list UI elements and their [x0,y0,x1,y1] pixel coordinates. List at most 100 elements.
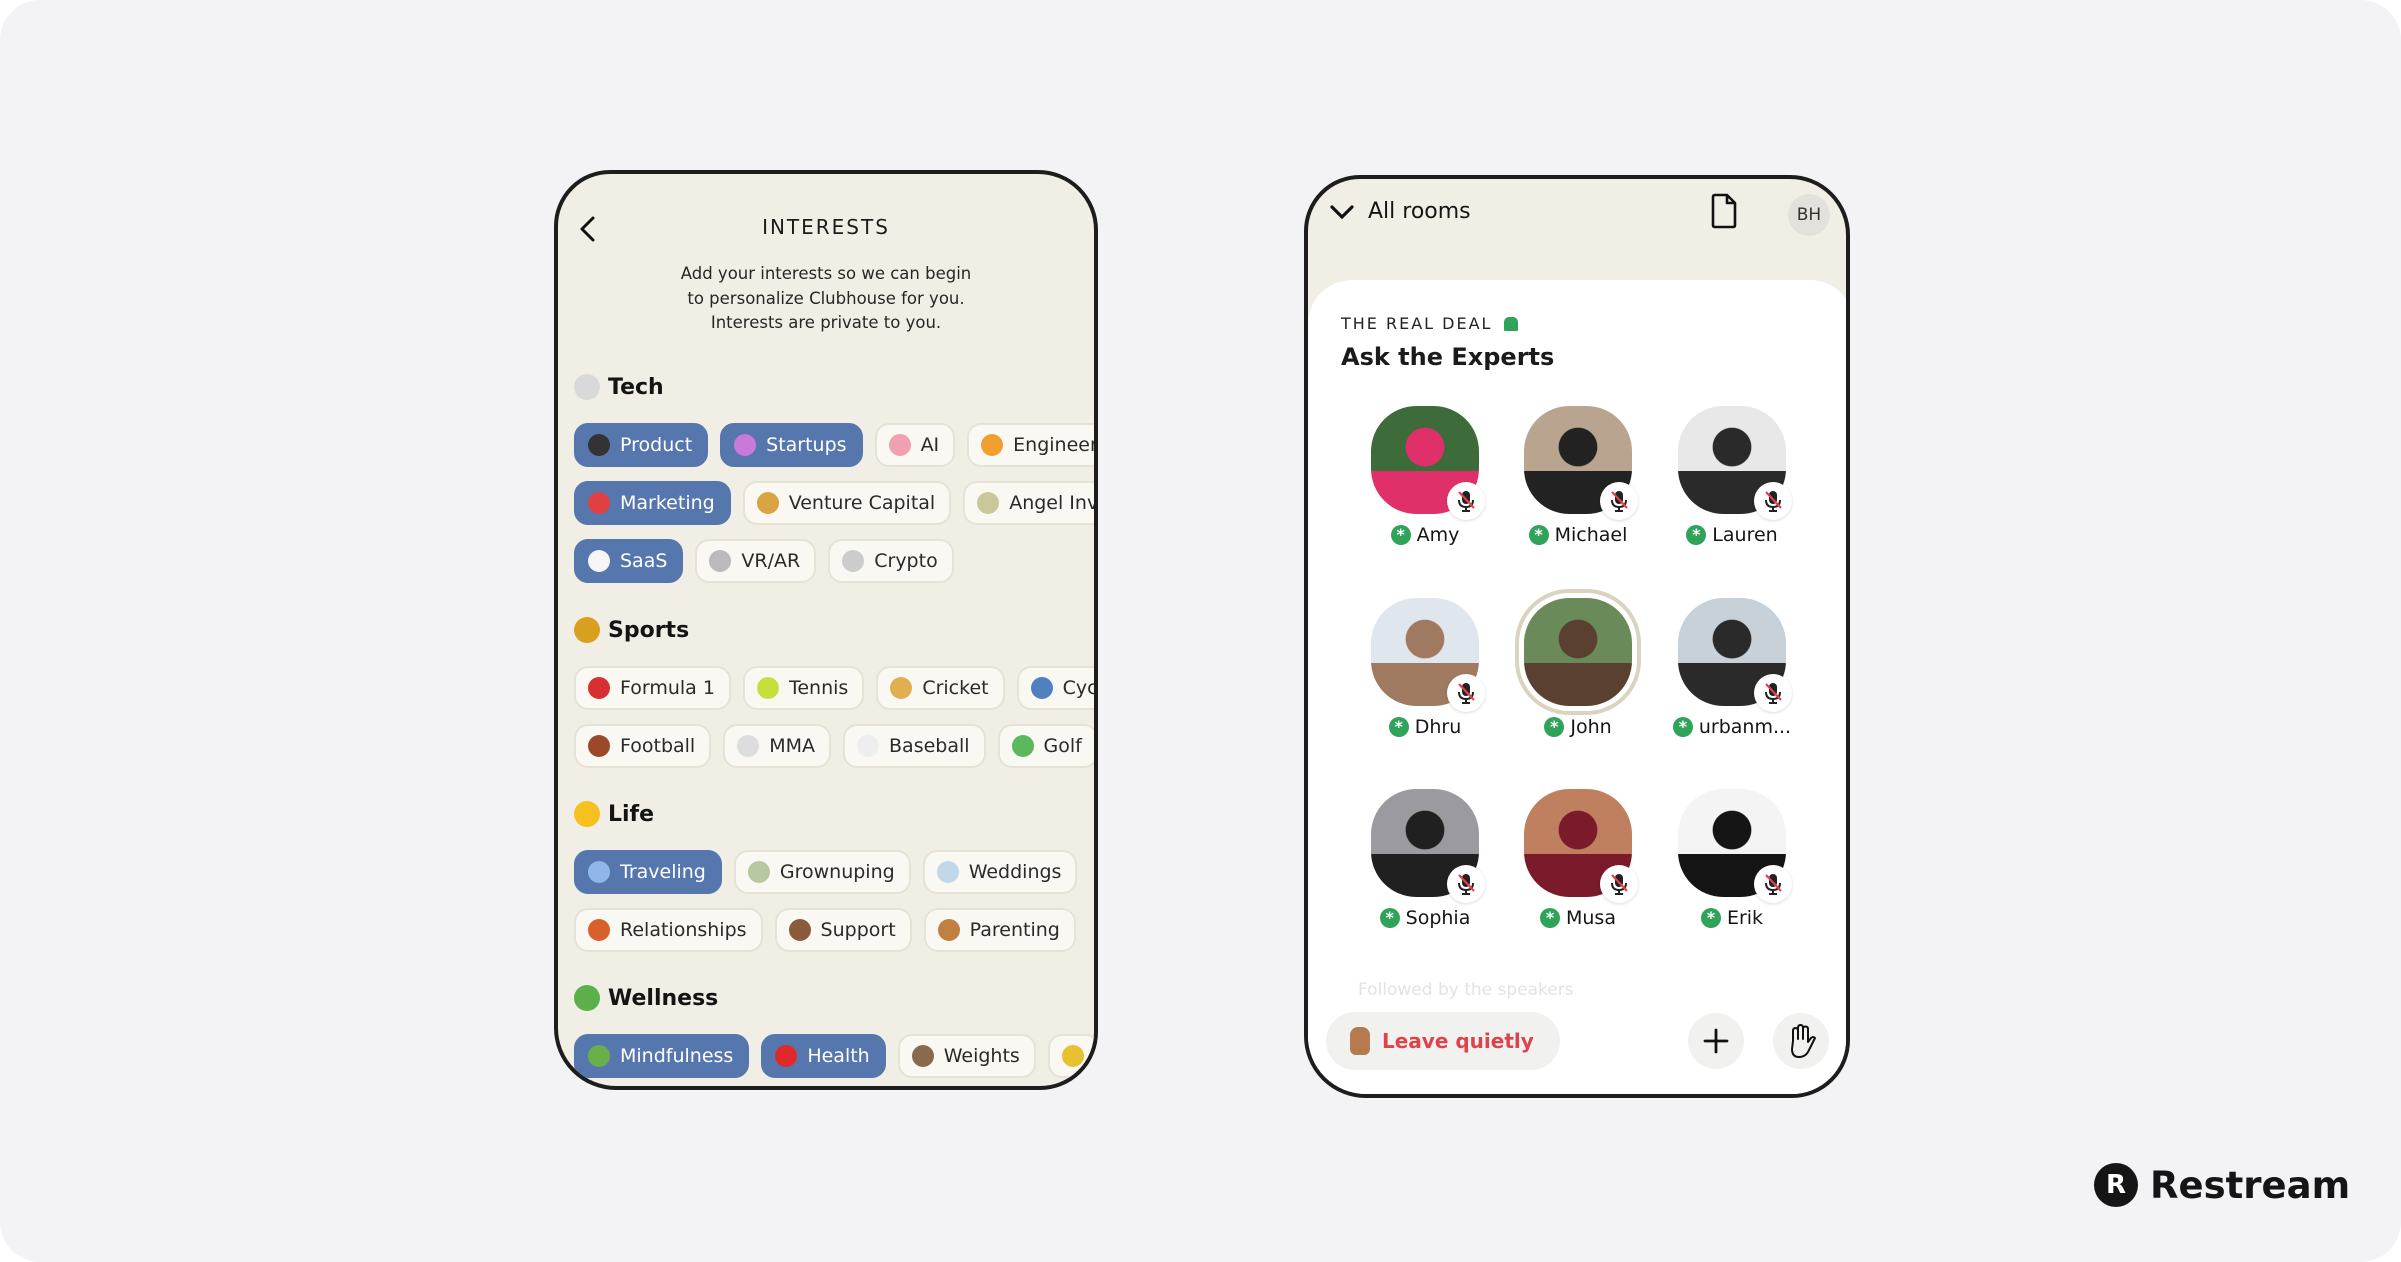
interest-chip[interactable]: VR/AR [695,539,817,583]
moderator-badge-icon: * [1700,908,1721,928]
interest-chip-label: Baseball [889,735,970,757]
interest-chip[interactable]: Grownuping [733,850,911,894]
interest-chip[interactable]: Engineer [967,423,1098,467]
speaker-name: * Sophia [1350,907,1500,929]
interest-chip[interactable]: Tennis [742,666,865,710]
interest-chip[interactable]: Cricket [876,666,1005,710]
interest-chip[interactable]: Venture Capital [742,481,952,525]
speaker[interactable]: * Musa [1503,789,1653,929]
coffee-icon [788,919,811,941]
interest-chip[interactable]: Traveling [574,850,722,894]
interest-chip[interactable] [1047,1034,1094,1078]
interest-chip[interactable]: Golf [997,724,1094,768]
football-icon [588,735,610,757]
interest-chip[interactable]: Support [774,908,912,952]
interest-chip[interactable]: Weights [897,1034,1036,1078]
add-button[interactable] [1688,1013,1744,1069]
interest-row: Football MMA Baseball Golf [574,724,1094,768]
muted-mic-icon [1447,674,1485,712]
moderator-badge-icon: * [1379,908,1400,928]
interest-chip[interactable]: Formula 1 [574,666,731,710]
speaker[interactable]: * Amy [1350,406,1500,546]
speaker-name: * Lauren [1657,524,1807,546]
unicorn-icon [734,434,757,456]
interest-chip[interactable]: MMA [723,724,832,768]
brain-icon [888,434,911,456]
page-title: INTERESTS [762,215,890,239]
section-heading-wellness: Wellness [574,985,718,1011]
leave-quietly-button[interactable]: Leave quietly [1326,1012,1560,1070]
interest-chip[interactable]: Weddings [922,850,1078,894]
bicycle-icon [1030,677,1053,699]
interest-chip[interactable]: AI [874,423,956,467]
trophy-icon [574,617,600,643]
interest-chip[interactable]: Relationships [574,908,763,952]
interest-chip[interactable]: Crypto [828,539,954,583]
interest-chip[interactable]: Football [574,724,712,768]
interest-chip-label: Support [820,919,896,941]
money-bag-icon [756,492,779,514]
interest-chip[interactable]: Health [761,1034,886,1078]
interest-chip-label: VR/AR [741,550,801,572]
section-heading-life: Life [574,801,654,827]
speaker[interactable]: * Lauren [1657,406,1807,546]
interest-chip-label: Crypto [874,550,938,572]
speaker[interactable]: * Sophia [1350,789,1500,929]
victory-hand-icon [1350,1027,1370,1055]
interest-chip-label: Relationships [620,919,747,941]
interests-screen: INTERESTS Add your interests so we can b… [554,170,1098,1090]
document-icon[interactable] [1710,193,1738,229]
restream-logo-text: Restream [2150,1163,2351,1207]
interest-chip[interactable]: Parenting [923,908,1076,952]
interest-chip-label: Engineer [1013,434,1098,456]
mobile-phone-icon [588,434,610,456]
speaker-avatar [1678,406,1792,520]
interest-chip[interactable]: SaaS [574,539,684,583]
interest-chip-label: Venture Capital [788,492,936,514]
all-rooms-button[interactable]: All rooms [1330,199,1471,224]
raise-hand-button[interactable] [1773,1013,1829,1069]
speaker[interactable]: * urbanm... [1657,598,1807,738]
muted-mic-icon [1600,482,1638,520]
interest-chip-label: Mindfulness [620,1045,734,1067]
speaker-name-label: Michael [1554,524,1628,546]
speaker-avatar [1371,406,1485,520]
moderator-badge-icon: * [1544,717,1565,737]
interest-chip[interactable]: Baseball [843,724,986,768]
interest-row: Relationships Support Parenting [574,908,1076,952]
profile-avatar[interactable]: BH [1788,194,1830,236]
section-title: Life [608,801,655,827]
speaker[interactable]: * Michael [1503,406,1653,546]
racing-car-icon [588,677,610,699]
interest-chip[interactable]: Product [574,423,709,467]
cricket-icon [890,677,913,699]
interest-chip-label: Weights [943,1045,1020,1067]
description-line: to personalize Clubhouse for you. [687,288,965,308]
restream-logo: R Restream [2094,1163,2350,1207]
interest-chip[interactable]: Mindfulness [574,1034,750,1078]
tennis-ball-icon [756,677,779,699]
section-heading-tech: Tech [574,374,664,400]
leave-quietly-label: Leave quietly [1382,1029,1534,1053]
goggles-icon [709,550,732,572]
leaf-wind-icon [588,1045,610,1067]
sunflower-icon [574,801,600,827]
speaker[interactable]: * John [1503,598,1653,738]
interest-chip[interactable]: Cyc [1016,666,1094,710]
speaker-name-label: Amy [1416,524,1460,546]
speaker[interactable]: * Dhru [1350,598,1500,738]
money-wings-icon [747,861,770,883]
compass-icon [574,374,600,400]
interest-chip-label: Marketing [620,492,715,514]
interest-chip[interactable]: Startups [720,423,863,467]
room-screen: All rooms BH THE REAL DEAL Ask the Exper… [1304,175,1850,1098]
corn-icon [1061,1045,1084,1067]
moderator-badge-icon: * [1388,717,1409,737]
interest-chip-label: Traveling [620,861,706,883]
speaker[interactable]: * Erik [1657,789,1807,929]
club-name[interactable]: THE REAL DEAL [1341,314,1519,333]
martial-arts-uniform-icon [737,735,760,757]
interest-chip-label: Weddings [968,861,1062,883]
interest-chip[interactable]: Angel Inv [963,481,1094,525]
interest-chip[interactable]: Marketing [574,481,731,525]
